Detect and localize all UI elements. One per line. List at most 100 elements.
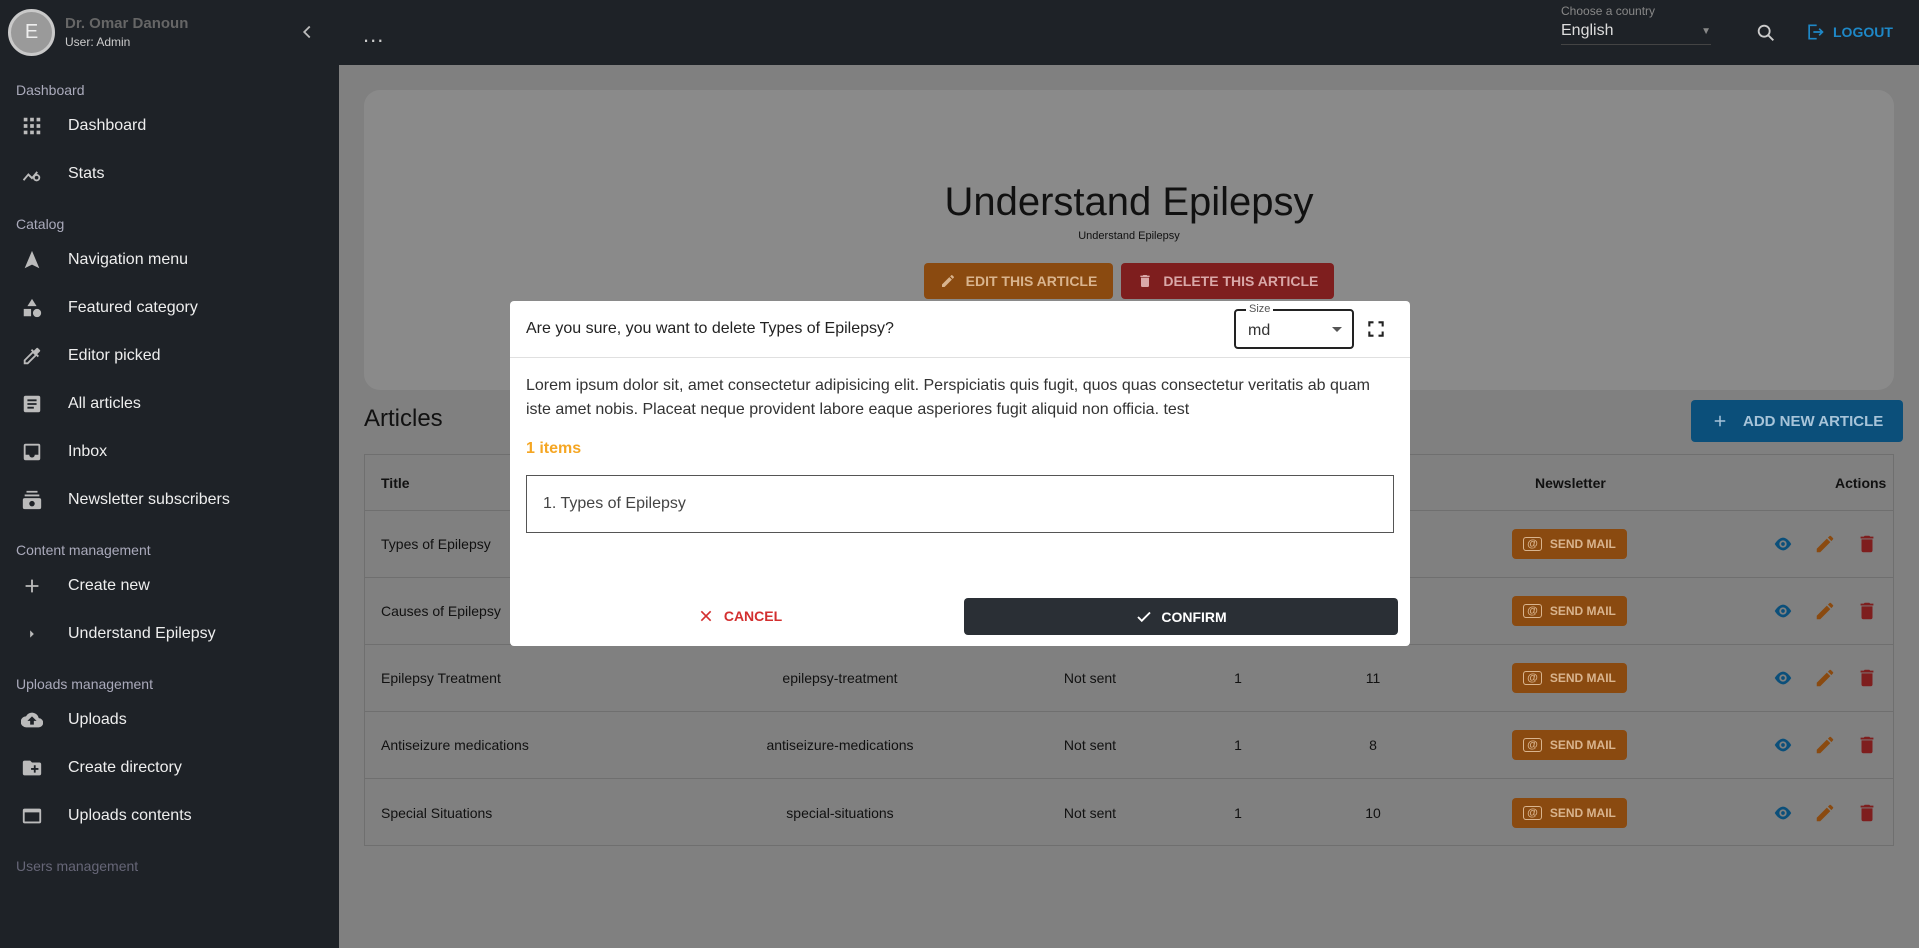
delete-icon[interactable]	[1856, 734, 1878, 756]
chevron-left-icon[interactable]	[296, 21, 318, 43]
cell-count-b: 8	[1369, 737, 1377, 753]
edit-article-label: EDIT THIS ARTICLE	[965, 273, 1098, 289]
pencil-icon	[941, 275, 954, 287]
avatar[interactable]: E	[8, 8, 55, 56]
table-row: Antiseizure medications antiseizure-medic…	[365, 712, 1893, 779]
add-new-article-button[interactable]: ADD NEW ARTICLE	[1691, 400, 1904, 442]
page-title: Understand Epilepsy	[944, 180, 1314, 224]
sidebar-item-navigation-menu[interactable]: Navigation menu	[0, 236, 339, 284]
sidebar-item-featured-category[interactable]: Featured category	[0, 284, 339, 332]
delete-article-button[interactable]: DELETE THIS ARTICLE	[1121, 263, 1335, 299]
trash-icon	[1140, 275, 1150, 287]
logout-button[interactable]: LOGOUT	[1805, 22, 1893, 42]
user-info: Dr. Omar Danoun User: Admin	[65, 15, 188, 49]
add-new-article-label: ADD NEW ARTICLE	[1743, 412, 1884, 430]
cell-count-b: 11	[1365, 670, 1381, 686]
navigation-icon	[20, 248, 44, 272]
confirm-button[interactable]: CONFIRM	[964, 598, 1398, 635]
at-icon: @	[1523, 805, 1542, 820]
dialog-header: Are you sure, you want to delete Types o…	[510, 301, 1410, 358]
country-select-label: Choose a country	[1561, 4, 1656, 18]
sidebar-item-label: Uploads contents	[68, 807, 192, 824]
delete-icon[interactable]	[1856, 533, 1878, 555]
search-icon[interactable]	[1755, 22, 1777, 44]
close-icon	[700, 610, 712, 622]
view-icon[interactable]	[1772, 667, 1794, 689]
sidebar-item-uploads-contents[interactable]: Uploads contents	[0, 792, 339, 840]
country-value-text: English	[1561, 22, 1614, 39]
inbox-icon	[20, 440, 44, 464]
section-uploads-management: Uploads management	[16, 676, 153, 692]
items-count: 1 items	[526, 440, 582, 457]
section-catalog: Catalog	[16, 216, 65, 232]
table-row: Epilepsy Treatment epilepsy-treatment Not …	[365, 645, 1893, 712]
category-icon	[20, 296, 44, 320]
send-mail-button[interactable]: @ SEND MAIL	[1512, 529, 1627, 559]
view-icon[interactable]	[1772, 802, 1794, 824]
column-newsletter: Newsletter	[1535, 474, 1606, 491]
at-icon: @	[1523, 604, 1542, 618]
dialog-body: Lorem ipsum dolor sit, amet consectetur …	[510, 358, 1410, 549]
sidebar-item-label: Inbox	[68, 443, 108, 460]
check-icon	[1137, 611, 1151, 622]
sidebar-item-inbox[interactable]: Inbox	[0, 428, 339, 476]
send-mail-button[interactable]: @ SEND MAIL	[1512, 797, 1627, 828]
country-select[interactable]: Choose a country English ▼	[1561, 4, 1711, 45]
sidebar-item-editor-picked[interactable]: Editor picked	[0, 332, 339, 380]
sidebar: E Dr. Omar Danoun User: Admin Dashboard …	[0, 0, 339, 948]
cancel-button[interactable]: CANCEL	[526, 598, 954, 634]
sidebar-item-uploads[interactable]: Uploads	[0, 696, 339, 744]
country-select-underline	[1561, 44, 1711, 45]
edit-icon[interactable]	[1814, 600, 1836, 622]
sidebar-item-stats[interactable]: Stats	[0, 150, 339, 198]
sidebar-item-newsletter-subscribers[interactable]: Newsletter subscribers	[0, 476, 339, 524]
more-menu-button[interactable]: ...	[363, 22, 384, 48]
delete-icon[interactable]	[1856, 802, 1878, 824]
sidebar-item-label: All articles	[68, 395, 141, 412]
send-mail-label: SEND MAIL	[1549, 805, 1616, 820]
edit-article-button[interactable]: EDIT THIS ARTICLE	[923, 263, 1114, 299]
cell-title: Causes of Epilepsy	[381, 603, 501, 619]
sidebar-item-dashboard[interactable]: Dashboard	[0, 102, 339, 150]
size-select[interactable]: Size md	[1234, 303, 1354, 349]
articles-heading: Articles	[364, 405, 443, 432]
sidebar-item-label: Create directory	[68, 759, 182, 776]
sidebar-item-understand-epilepsy[interactable]: Understand Epilepsy	[0, 610, 339, 658]
sidebar-item-all-articles[interactable]: All articles	[0, 380, 339, 428]
sidebar-item-label: Dashboard	[68, 117, 147, 134]
chevron-right-icon	[20, 622, 44, 646]
sidebar-item-label: Create new	[68, 577, 150, 594]
section-users-management: Users management	[16, 858, 139, 874]
cell-slug: antiseizure-medications	[766, 737, 914, 753]
dropdown-arrow-icon: ▼	[1701, 26, 1711, 37]
cell-title: Antiseizure medications	[381, 737, 529, 753]
edit-icon[interactable]	[1814, 667, 1836, 689]
send-mail-button[interactable]: @ SEND MAIL	[1512, 596, 1627, 626]
delete-icon[interactable]	[1856, 600, 1878, 622]
cancel-label: CANCEL	[723, 608, 783, 624]
edit-icon[interactable]	[1814, 802, 1836, 824]
sidebar-item-create-directory[interactable]: Create directory	[0, 744, 339, 792]
fullscreen-icon[interactable]	[1366, 319, 1386, 339]
edit-icon[interactable]	[1814, 533, 1836, 555]
size-select-label: Size	[1246, 303, 1274, 315]
editor-pick-icon	[20, 344, 44, 368]
send-mail-button[interactable]: @ SEND MAIL	[1512, 730, 1627, 760]
send-mail-button[interactable]: @ SEND MAIL	[1512, 663, 1627, 693]
delete-article-label: DELETE THIS ARTICLE	[1163, 273, 1319, 289]
items-list: 1. Types of Epilepsy	[526, 475, 1394, 533]
delete-confirm-dialog: Are you sure, you want to delete Types o…	[510, 301, 1410, 646]
view-icon[interactable]	[1772, 734, 1794, 756]
delete-icon[interactable]	[1856, 667, 1878, 689]
view-icon[interactable]	[1772, 600, 1794, 622]
view-icon[interactable]	[1772, 533, 1794, 555]
user-panel: E Dr. Omar Danoun User: Admin	[0, 0, 339, 64]
plus-icon	[20, 574, 44, 598]
table-row: Special Situations special-situations Not …	[365, 779, 1893, 846]
edit-icon[interactable]	[1814, 734, 1836, 756]
cell-title: Special Situations	[381, 804, 493, 821]
hero-actions: EDIT THIS ARTICLE DELETE THIS ARTICLE	[364, 263, 1894, 299]
country-select-value: English ▼	[1561, 22, 1711, 40]
sidebar-item-create-new[interactable]: Create new	[0, 562, 339, 610]
send-mail-label: SEND MAIL	[1549, 738, 1616, 752]
